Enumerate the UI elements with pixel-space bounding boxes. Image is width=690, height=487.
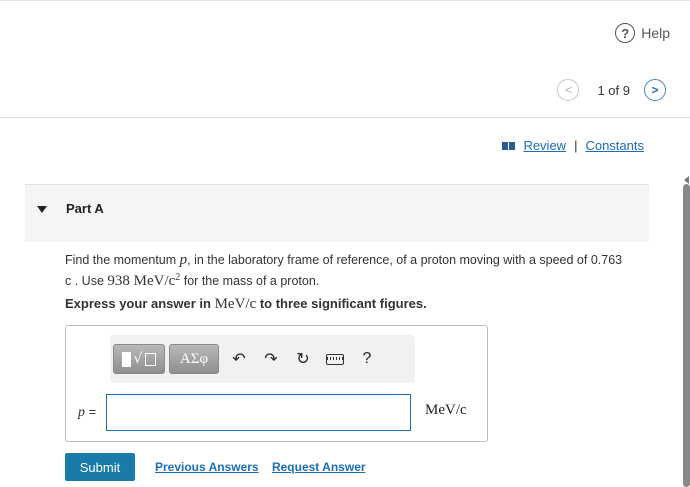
instructions-unit: MeV/c <box>214 296 257 312</box>
answer-instructions: Express your answer in MeV/c to three si… <box>65 296 427 313</box>
constants-link[interactable]: Constants <box>585 138 644 153</box>
square-root-icon: √ <box>133 351 143 367</box>
submit-button[interactable]: Submit <box>65 453 135 481</box>
top-divider <box>0 0 690 1</box>
resource-links: Review | Constants <box>502 138 644 153</box>
keyboard-icon <box>326 353 344 365</box>
answer-variable: p <box>78 405 85 420</box>
proton-mass-value: 938 MeV/c <box>107 273 176 290</box>
answer-input[interactable] <box>106 394 411 431</box>
question-mark-icon: ? <box>362 350 372 367</box>
redo-icon: ↷ <box>264 351 278 368</box>
part-title: Part A <box>66 201 104 216</box>
part-header[interactable]: Part A <box>25 184 649 242</box>
undo-icon: ↶ <box>232 351 246 368</box>
vertical-scrollbar[interactable] <box>682 176 690 487</box>
keyboard-button[interactable] <box>319 344 351 374</box>
template-block-icon <box>121 351 131 367</box>
next-item-button[interactable]: > <box>644 79 666 101</box>
scrollbar-thumb[interactable] <box>683 184 690 487</box>
collapse-triangle-icon[interactable] <box>37 206 47 213</box>
help-label: Help <box>641 25 670 41</box>
link-separator: | <box>574 138 578 153</box>
instructions-suffix: to three significant figures. <box>256 296 427 311</box>
instructions-prefix: Express your answer in <box>65 296 215 311</box>
book-icon <box>502 141 516 151</box>
scroll-up-arrow-icon[interactable] <box>684 176 689 184</box>
help-button[interactable]: ? Help <box>615 22 670 44</box>
answer-label: p = <box>78 404 96 421</box>
pager-text: 1 of 9 <box>597 82 630 98</box>
question-text-part: . Use <box>71 274 108 289</box>
previous-answers-link[interactable]: Previous Answers <box>155 460 259 474</box>
previous-item-button[interactable]: < <box>557 79 580 101</box>
question-circle-icon: ? <box>615 23 636 43</box>
redo-button[interactable]: ↷ <box>255 344 287 374</box>
reset-icon: ↻ <box>296 351 310 368</box>
answer-actions: Previous Answers Request Answer <box>155 460 376 474</box>
template-box-icon <box>145 352 157 366</box>
question-text: Find the momentum p, in the laboratory f… <box>65 252 650 290</box>
answer-equals: = <box>85 404 97 419</box>
math-toolbar: √ ΑΣφ ↶ ↷ ↻ ? <box>110 335 415 383</box>
answer-unit: MeV/c <box>425 402 467 418</box>
question-text-part: , in the laboratory frame of reference, … <box>187 253 623 267</box>
templates-button[interactable]: √ <box>113 344 165 374</box>
undo-button[interactable]: ↶ <box>223 344 255 374</box>
chevron-left-icon: < <box>564 83 572 97</box>
toolbar-help-button[interactable]: ? <box>351 344 383 374</box>
question-text-part: for the mass of a proton. <box>180 274 320 289</box>
reset-button[interactable]: ↻ <box>287 344 319 374</box>
question-text-part: Find the momentum <box>65 253 180 267</box>
greek-symbols-button[interactable]: ΑΣφ <box>169 344 219 374</box>
review-link[interactable]: Review <box>523 138 566 153</box>
header-divider <box>0 117 690 118</box>
pager: < 1 of 9 > <box>557 78 666 102</box>
answer-panel: √ ΑΣφ ↶ ↷ ↻ ? p = MeV/c <box>65 325 488 442</box>
request-answer-link[interactable]: Request Answer <box>272 460 366 474</box>
chevron-right-icon: > <box>651 83 659 97</box>
